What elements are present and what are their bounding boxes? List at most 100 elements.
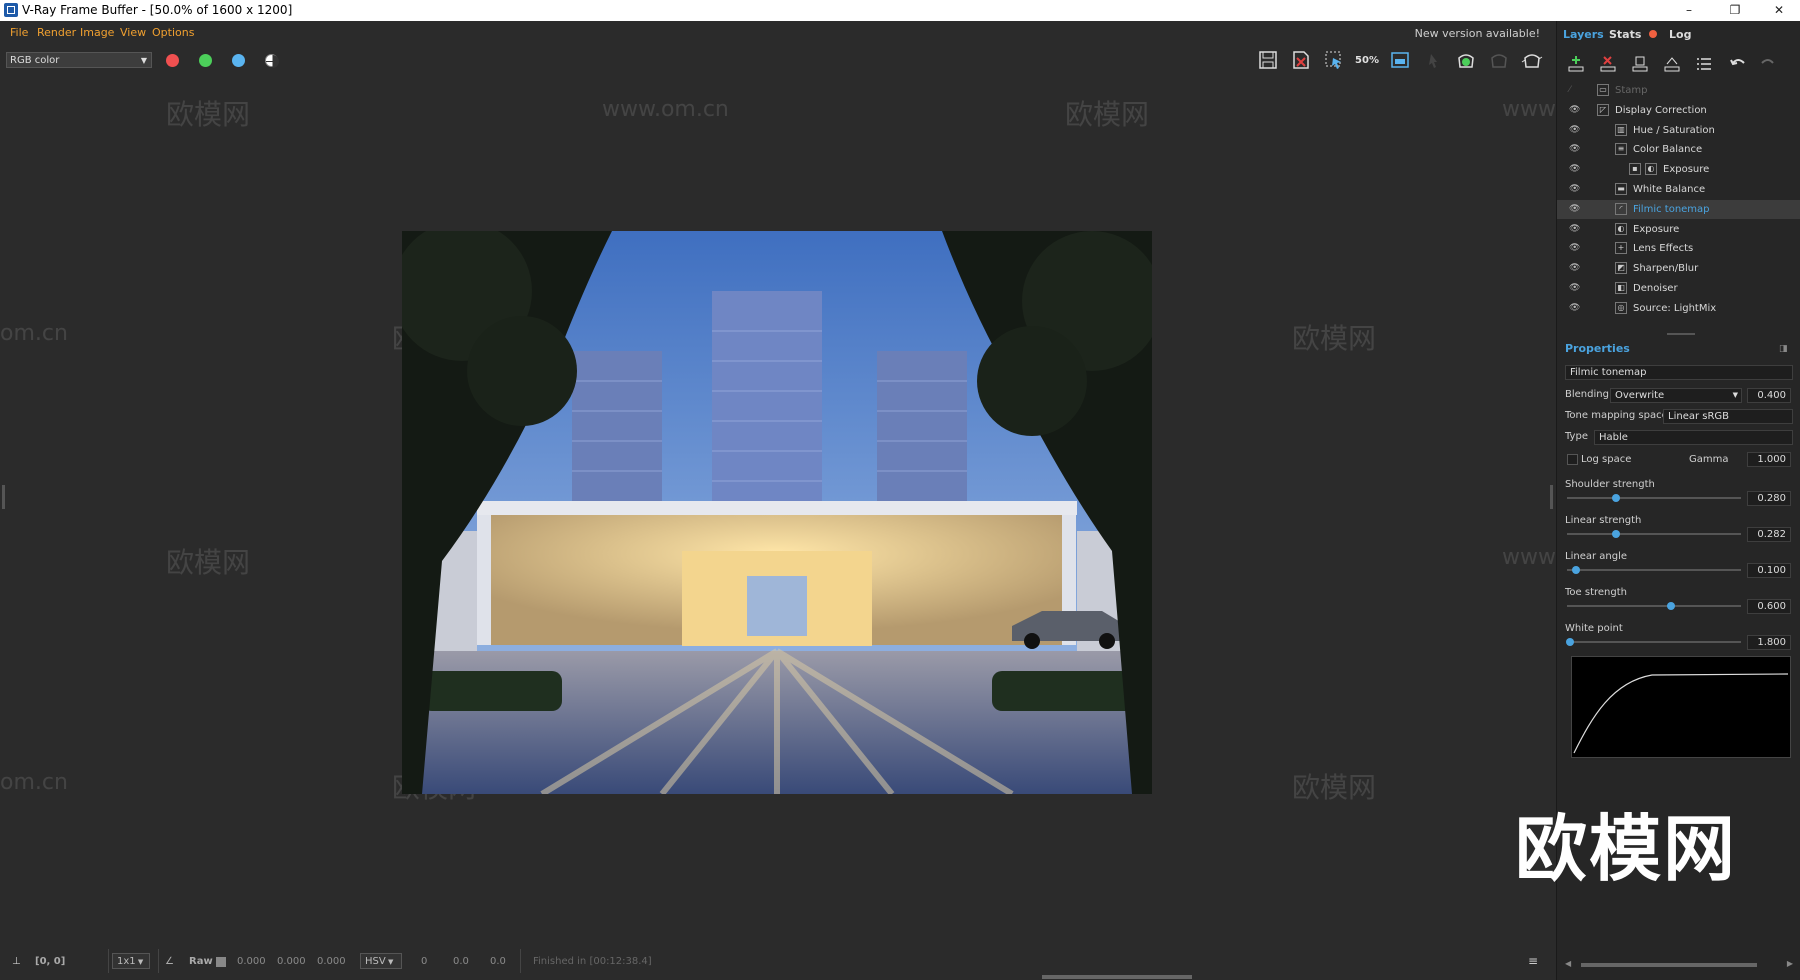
slider-handle[interactable] — [1612, 530, 1621, 538]
save-image-button[interactable] — [1256, 50, 1280, 72]
slider-handle[interactable] — [1566, 638, 1575, 646]
redo-button[interactable] — [1757, 55, 1779, 75]
green-channel-button[interactable] — [199, 54, 212, 67]
slider-handle[interactable] — [1571, 566, 1580, 574]
channel-select[interactable]: RGB color ▼ — [6, 52, 152, 68]
layer-row[interactable]: 👁 ◎ Source: LightMix — [1557, 299, 1800, 318]
layer-list-button[interactable] — [1693, 55, 1715, 75]
render-last-button[interactable] — [1520, 50, 1544, 72]
slider-track[interactable] — [1567, 641, 1741, 643]
slider-track[interactable] — [1567, 605, 1741, 607]
menu-render[interactable]: Render — [37, 26, 76, 39]
minimize-button[interactable]: – — [1666, 0, 1712, 21]
blending-select[interactable]: Overwrite ▼ — [1610, 388, 1742, 403]
close-button[interactable]: ✕ — [1756, 0, 1800, 21]
save-layers-button[interactable] — [1629, 55, 1651, 75]
lock-camera-button[interactable] — [1421, 50, 1445, 72]
menu-view[interactable]: View — [120, 26, 146, 39]
region-render-button[interactable] — [1322, 50, 1346, 72]
layer-row[interactable]: 👁 ◸ Display Correction — [1557, 101, 1800, 120]
scroll-right-icon[interactable]: ▶ — [1787, 959, 1793, 968]
layer-row[interactable]: 👁 ◩ Sharpen/Blur — [1557, 259, 1800, 278]
menu-file[interactable]: File — [10, 26, 28, 39]
layer-row[interactable]: 👁 ≡ Color Balance — [1557, 140, 1800, 159]
tone-space-select[interactable]: Linear sRGB — [1663, 409, 1793, 424]
zoom-select[interactable]: 1x1 ▼ — [112, 953, 150, 969]
slider-value-field[interactable]: 0.100 — [1747, 563, 1791, 578]
hidden-eye-icon[interactable]: ⁄ — [1569, 85, 1571, 95]
denoiser-icon: ◧ — [1615, 282, 1627, 294]
layer-row[interactable]: 👁 ▥ Hue / Saturation — [1557, 121, 1800, 140]
blending-amount-field[interactable]: 0.400 — [1747, 388, 1791, 403]
render-viewport[interactable]: 欧模网 www.om.cn 欧模网 www.om.cn om.cn 欧模网 ww… — [0, 77, 1629, 945]
lightmix-icon: ◎ — [1615, 301, 1627, 314]
eye-icon[interactable]: 👁 — [1569, 243, 1580, 253]
slider-handle[interactable] — [1667, 602, 1676, 610]
start-render-button[interactable] — [1454, 50, 1478, 72]
left-panel-handle[interactable] — [2, 485, 5, 509]
slider-value-field[interactable]: 0.600 — [1747, 599, 1791, 614]
slider-track[interactable] — [1567, 533, 1741, 535]
properties-collapse-icon[interactable]: ◨ — [1779, 344, 1788, 354]
angle-icon[interactable]: ∠ — [165, 956, 174, 967]
eye-icon[interactable]: 👁 — [1569, 204, 1580, 214]
layer-row[interactable]: ⁄ ▭ Stamp — [1557, 81, 1800, 100]
layer-row[interactable]: 👁 ▪ ◐ Exposure — [1557, 160, 1800, 179]
tab-log[interactable]: Log — [1669, 28, 1691, 41]
layer-row[interactable]: 👁 ◐ Exposure — [1557, 220, 1800, 239]
menu-options[interactable]: Options — [152, 26, 194, 39]
blue-channel-button[interactable] — [232, 54, 245, 67]
compare-button[interactable] — [1388, 50, 1412, 72]
colorspace-select[interactable]: HSV ▼ — [360, 953, 402, 969]
right-panel-handle[interactable] — [1550, 485, 1553, 509]
rendered-image[interactable] — [402, 231, 1152, 794]
log-toggle-icon[interactable]: ≡ — [1528, 954, 1538, 968]
delete-layer-button[interactable] — [1597, 55, 1619, 75]
type-select[interactable]: Hable — [1594, 430, 1793, 445]
tab-stats[interactable]: Stats — [1609, 28, 1641, 41]
eye-icon[interactable]: 👁 — [1569, 303, 1580, 313]
eye-icon[interactable]: 👁 — [1569, 164, 1580, 174]
menu-image[interactable]: Image — [80, 26, 114, 39]
viewport-scrollbar[interactable] — [1042, 975, 1192, 979]
mask-icon[interactable]: ▪ — [1629, 163, 1641, 176]
red-channel-button[interactable] — [166, 54, 179, 67]
log-space-checkbox[interactable] — [1567, 454, 1578, 465]
eye-icon[interactable]: 👁 — [1569, 125, 1580, 135]
slider-track[interactable] — [1567, 569, 1741, 571]
slider-track[interactable] — [1567, 497, 1741, 499]
scroll-thumb[interactable] — [1581, 963, 1757, 967]
panel-scrollbar[interactable]: ◀ ▶ — [1565, 959, 1793, 969]
scroll-left-icon[interactable]: ◀ — [1565, 959, 1571, 968]
picker-icon[interactable]: ⊥ — [12, 956, 21, 967]
undo-button[interactable] — [1727, 55, 1749, 75]
teapot-render-icon — [1458, 54, 1474, 68]
eye-icon[interactable]: 👁 — [1569, 283, 1580, 293]
layer-name-field[interactable]: Filmic tonemap — [1565, 365, 1793, 380]
layer-row[interactable]: 👁 ◧ Denoiser — [1557, 279, 1800, 298]
stop-render-button[interactable] — [1487, 50, 1511, 72]
eye-icon[interactable]: 👁 — [1569, 224, 1580, 234]
eye-icon[interactable]: 👁 — [1569, 144, 1580, 154]
eye-icon[interactable]: 👁 — [1569, 263, 1580, 273]
eye-icon[interactable]: 👁 — [1569, 105, 1580, 115]
tab-layers[interactable]: Layers — [1563, 28, 1604, 41]
slider-value-field[interactable]: 0.280 — [1747, 491, 1791, 506]
new-version-notice[interactable]: New version available! — [1415, 27, 1540, 40]
eye-icon[interactable]: 👁 — [1569, 184, 1580, 194]
layer-row[interactable]: 👁 ▬ White Balance — [1557, 180, 1800, 199]
mono-channel-button[interactable] — [265, 54, 279, 68]
clear-image-button[interactable] — [1289, 50, 1313, 72]
gamma-field[interactable]: 1.000 — [1747, 452, 1791, 467]
restore-button[interactable]: ❐ — [1712, 0, 1758, 21]
layer-row[interactable]: 👁 ◜ Filmic tonemap — [1557, 199, 1800, 219]
zoom-50-button[interactable]: 50% — [1355, 50, 1379, 72]
panel-splitter[interactable] — [1667, 333, 1695, 335]
slider-value-field[interactable]: 0.282 — [1747, 527, 1791, 542]
add-layer-button[interactable] — [1565, 55, 1587, 75]
slider-handle[interactable] — [1611, 494, 1620, 502]
slider-value-field[interactable]: 1.800 — [1747, 635, 1791, 650]
load-layers-button[interactable] — [1661, 55, 1683, 75]
layer-row[interactable]: 👁 + Lens Effects — [1557, 239, 1800, 258]
layer-label: Stamp — [1615, 85, 1648, 96]
